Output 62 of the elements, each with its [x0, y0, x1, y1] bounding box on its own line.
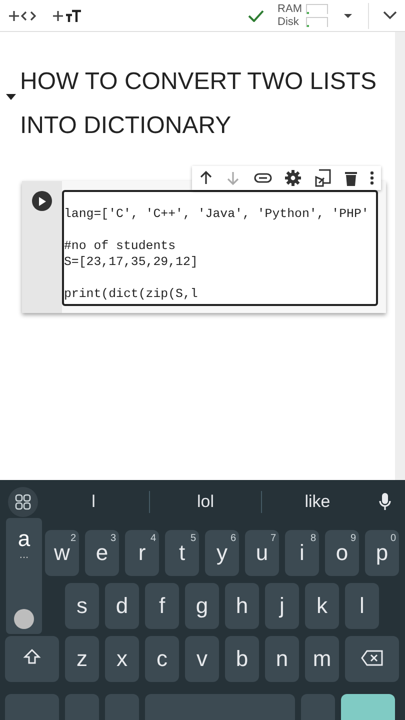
keyboard-key[interactable]: g: [185, 583, 219, 629]
keyboard-key[interactable]: s: [65, 583, 99, 629]
code-line: #no of students: [64, 239, 176, 253]
collapse-caret-icon[interactable]: [6, 94, 16, 100]
key-hint: 3: [110, 533, 116, 544]
add-code-button[interactable]: [8, 8, 38, 22]
shift-key[interactable]: [5, 636, 59, 682]
delete-icon[interactable]: [344, 170, 357, 186]
keyboard-key[interactable]: t 5: [165, 530, 199, 576]
keyboard-key[interactable]: l: [345, 583, 379, 629]
chevron-down-icon[interactable]: [383, 11, 397, 20]
key-hint: 8: [310, 533, 316, 544]
usage-meter: [306, 17, 328, 27]
popup-letter: a: [18, 526, 30, 552]
keyboard-key[interactable]: v: [185, 636, 219, 682]
link-icon[interactable]: [254, 173, 272, 183]
add-text-button[interactable]: [52, 8, 82, 22]
keyboard-key[interactable]: k: [305, 583, 339, 629]
usage-meter: [306, 4, 328, 14]
suggestion[interactable]: like: [262, 490, 373, 512]
resource-label: RAM: [278, 2, 302, 16]
backspace-icon: [361, 650, 383, 666]
key-hint: 4: [150, 533, 156, 544]
key-hint: 0: [390, 533, 396, 544]
apps-grid-icon[interactable]: [8, 486, 38, 516]
key-hint: 2: [70, 533, 76, 544]
settings-icon[interactable]: [285, 170, 302, 186]
play-icon: [38, 196, 46, 206]
code-editor[interactable]: lang=['C', 'C++', 'Java', 'Python', 'PHP' #no of students S=[23,17,35,29,12] print(dict(zip(S,l: [62, 190, 378, 306]
shift-arrow-icon: [23, 648, 41, 666]
keyboard-key[interactable]: r 4: [125, 530, 159, 576]
keyboard-key[interactable]: z: [65, 636, 99, 682]
move-up-icon[interactable]: [198, 169, 213, 187]
keyboard-key[interactable]: d: [105, 583, 139, 629]
keyboard-key[interactable]: f: [145, 583, 179, 629]
backspace-key[interactable]: [345, 636, 399, 682]
more-options-icon[interactable]: [370, 171, 374, 185]
mirror-cell-icon[interactable]: [315, 169, 332, 187]
key-hint: 6: [230, 533, 236, 544]
keyboard-key[interactable]: x: [105, 636, 139, 682]
key-hint: 9: [350, 533, 356, 544]
keyboard-key[interactable]: c: [145, 636, 179, 682]
key-hint: 5: [190, 533, 196, 544]
more-characters-hint: ...: [19, 552, 29, 558]
scrollbar[interactable]: [395, 32, 405, 480]
keyboard-key[interactable]: i 8: [285, 530, 319, 576]
keyboard-key[interactable]: m: [305, 636, 339, 682]
keyboard-key[interactable]: n: [265, 636, 299, 682]
dropdown-caret-icon[interactable]: [342, 12, 354, 20]
check-icon: [248, 10, 264, 22]
suggestion[interactable]: l: [38, 490, 149, 512]
suggestion[interactable]: lol: [150, 490, 261, 512]
resource-label: Disk: [278, 16, 300, 28]
code-line: lang=['C', 'C++', 'Java', 'Python', 'PHP': [64, 207, 369, 221]
section-heading: HOW TO CONVERT TWO LISTS INTO DICTIONARY: [20, 67, 378, 141]
key-hint: 7: [270, 533, 276, 544]
run-button[interactable]: [32, 191, 52, 211]
code-line: print(dict(zip(S,l: [64, 287, 198, 301]
keyboard-key[interactable]: b: [225, 636, 259, 682]
keyboard-key[interactable]: h: [225, 583, 259, 629]
keyboard-key[interactable]: j: [265, 583, 299, 629]
code-line: S=[23,17,35,29,12]: [64, 255, 198, 269]
